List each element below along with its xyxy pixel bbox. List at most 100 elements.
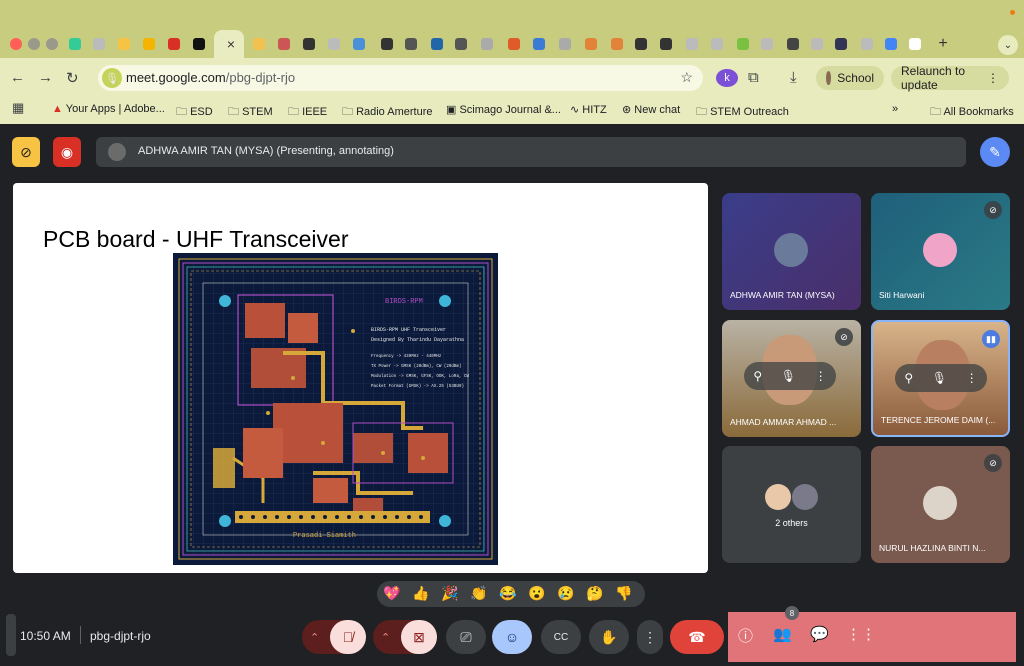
browser-tab-favicon[interactable] [275,35,293,53]
participant-tile[interactable]: ⊘ NURUL HAZLINA BINTI N... [871,446,1010,563]
participant-tile[interactable]: ⊘ Siti Harwani [871,193,1010,310]
bookmark-item[interactable]: ∿ HITZ [570,103,607,116]
activities-icon[interactable]: ⋮⋮ [846,625,876,643]
browser-tab-favicon[interactable] [115,35,133,53]
captions-icon[interactable]: CC [541,620,581,654]
browser-tab-favicon[interactable] [858,35,876,53]
more-vert-icon[interactable]: ⋮ [966,371,978,385]
recording-icon[interactable]: ◉ [53,137,81,167]
browser-tab-favicon[interactable] [734,35,752,53]
more-vert-icon[interactable]: ⋮ [815,369,827,383]
bookmark-item[interactable]: 🗀 STEM Outreach [696,103,789,122]
browser-tab-favicon[interactable] [250,35,268,53]
tile-hover-controls[interactable]: ⚲ 🎙 ⋮ [895,364,987,392]
others-tile[interactable]: 2 others [722,446,861,563]
raise-hand-icon[interactable]: ✋ [589,620,629,654]
browser-tab-favicon[interactable] [758,35,776,53]
reaction-surprised[interactable]: 😮 [528,585,545,602]
people-icon[interactable]: 👥 [773,625,792,643]
reaction-heart[interactable]: 💖 [383,585,400,602]
more-options-icon[interactable]: ⋮ [637,620,663,654]
browser-tab-favicon[interactable] [90,35,108,53]
all-bookmarks[interactable]: 🗀 All Bookmarks [930,103,1014,122]
browser-tab-favicon[interactable] [632,35,650,53]
browser-tab-favicon[interactable] [350,35,368,53]
browser-tab-favicon[interactable] [325,35,343,53]
browser-tab-favicon[interactable] [808,35,826,53]
mic-off-icon[interactable]: 🎙̸ [330,620,366,654]
mic-control[interactable]: ⌃ 🎙̸ [302,620,366,654]
browser-tab-favicon[interactable] [683,35,701,53]
address-bar[interactable]: 🎙 meet.google.com/pbg-djpt-rjo ☆ [98,65,703,91]
reaction-party[interactable]: 🎉 [441,585,458,602]
bookmark-item[interactable]: ▣ Scimago Journal &... [446,103,561,116]
browser-tab-favicon[interactable] [190,35,208,53]
apps-grid-icon[interactable]: ▦ [12,100,24,116]
browser-tab-favicon[interactable] [378,35,396,53]
emoji-icon[interactable]: ☺ [492,620,532,654]
browser-tab-favicon[interactable] [402,35,420,53]
bookmark-item[interactable]: 🗀 Radio Amerture [342,103,433,122]
extensions-icon[interactable]: ⧉ [748,69,759,86]
browser-tab-favicon[interactable] [428,35,446,53]
tile-hover-controls[interactable]: ⚲ 🎙 ⋮ [744,362,836,390]
extension-k-icon[interactable]: k [716,69,738,87]
browser-tab-favicon[interactable] [556,35,574,53]
chevron-up-icon[interactable]: ⌃ [381,631,390,644]
chevron-up-icon[interactable]: ⌃ [310,631,319,644]
captions-off-icon[interactable]: ⊘ [12,137,40,167]
participant-tile[interactable]: ADHWA AMIR TAN (MYSA) [722,193,861,310]
download-icon[interactable]: ⤓ [790,69,797,86]
camera-off-icon[interactable]: ⊠ [401,620,437,654]
mic-indicator-icon[interactable]: 🎙 [102,68,122,88]
bookmark-item[interactable]: 🗀 STEM [228,103,273,122]
reaction-laugh[interactable]: 😂 [499,585,516,602]
browser-tab-favicon[interactable] [140,35,158,53]
side-panel-handle[interactable] [6,614,16,656]
browser-tab-favicon[interactable] [505,35,523,53]
browser-tab-favicon[interactable] [784,35,802,53]
browser-tab-favicon[interactable] [165,35,183,53]
back-icon[interactable]: ← [10,69,25,86]
browser-tab-favicon[interactable] [906,35,924,53]
leave-call-icon[interactable]: ☎ [670,620,724,654]
bookmark-star-icon[interactable]: ☆ [680,69,693,86]
tab-search-icon[interactable]: ⌄ [998,35,1018,55]
minimize-window-button[interactable] [28,38,40,50]
browser-tab-favicon[interactable] [708,35,726,53]
annotate-pen-icon[interactable]: ✎ [980,137,1010,167]
more-bookmarks-icon[interactable]: » [892,103,898,115]
tab-close-icon[interactable]: × [222,35,240,53]
browser-tab-favicon[interactable] [478,35,496,53]
close-window-button[interactable] [10,38,22,50]
reaction-clap[interactable]: 👏 [470,585,487,602]
reload-icon[interactable]: ↻ [66,69,79,87]
reaction-thumbs-down[interactable]: 👎 [615,585,632,602]
bookmark-item[interactable]: 🗀 IEEE [288,103,327,122]
browser-tab-favicon[interactable] [832,35,850,53]
bookmark-item[interactable]: ▲ Your Apps | Adobe... [52,103,165,115]
present-screen-icon[interactable]: ⎚ [446,620,486,654]
reaction-sad[interactable]: 😢 [557,585,574,602]
chat-icon[interactable]: 💬 [810,625,829,643]
browser-tab-favicon[interactable] [530,35,548,53]
bookmark-item[interactable]: 🗀 ESD [176,103,213,122]
new-tab-button[interactable]: + [934,35,952,53]
profile-button[interactable]: School [816,66,884,90]
participant-tile[interactable]: ▮▮ ⚲ 🎙 ⋮ TERENCE JEROME DAIM (... [871,320,1010,437]
pin-icon[interactable]: ⚲ [753,369,762,383]
browser-tab-favicon[interactable] [882,35,900,53]
reaction-thumbs-up[interactable]: 👍 [412,585,429,602]
camera-control[interactable]: ⌃ ⊠ [373,620,437,654]
pin-icon[interactable]: ⚲ [904,371,913,385]
browser-tab-favicon[interactable] [452,35,470,53]
mic-icon[interactable]: 🎙 [781,369,796,383]
browser-tab-favicon[interactable] [300,35,318,53]
mic-icon[interactable]: 🎙 [932,371,947,385]
forward-icon[interactable]: → [38,69,53,86]
reaction-thinking[interactable]: 🤔 [586,585,603,602]
participant-tile[interactable]: ⊘ ⚲ 🎙 ⋮ AHMAD AMMAR AHMAD ... [722,320,861,437]
browser-tab-favicon[interactable] [608,35,626,53]
browser-tab-favicon[interactable] [66,35,84,53]
bookmark-item[interactable]: ⊛ New chat [622,103,680,116]
